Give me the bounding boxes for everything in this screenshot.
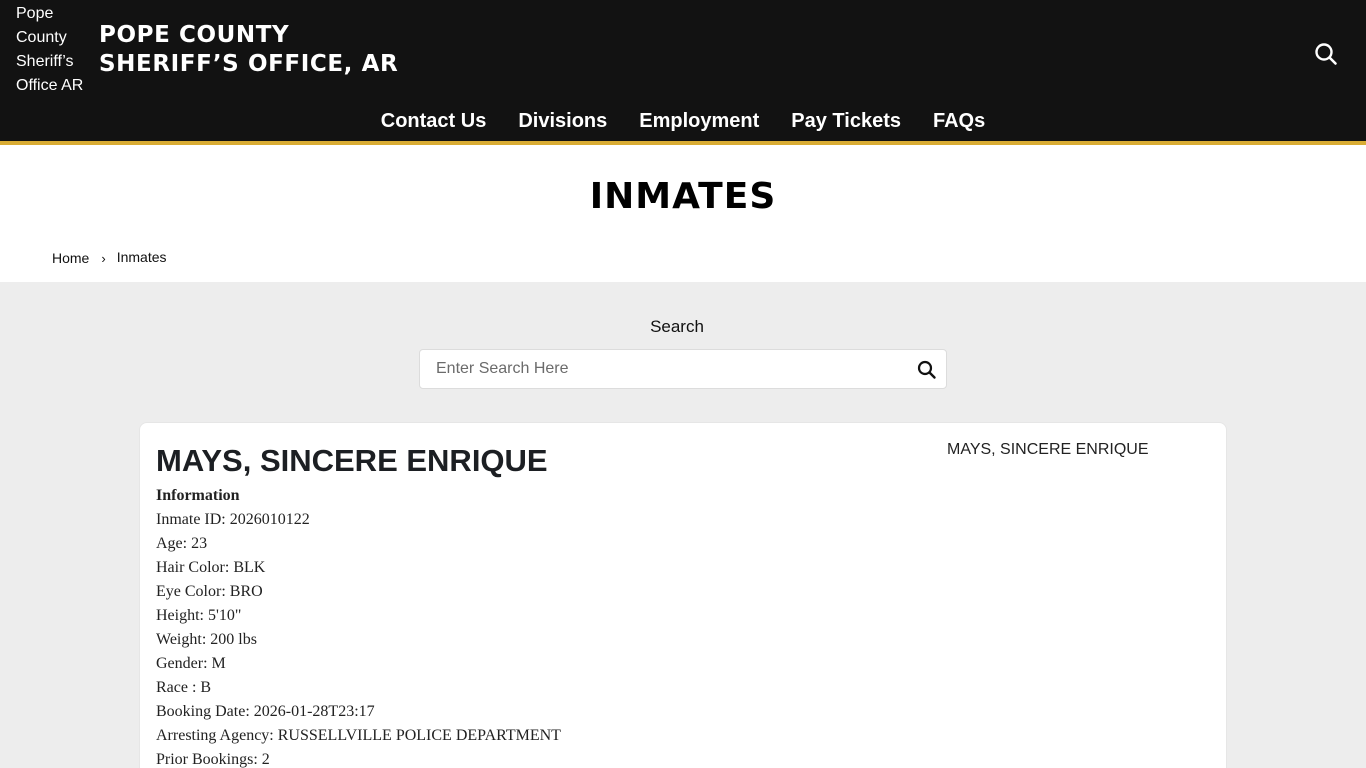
info-race: Race : B (156, 679, 212, 696)
info-hair-color: Hair Color: BLK (156, 559, 266, 576)
info-prior-bookings: Prior Bookings: 2 (156, 751, 270, 768)
inmate-info: Information Inmate ID: 2026010122 Age: 2… (156, 484, 561, 768)
nav-item-pay-tickets[interactable]: Pay Tickets (775, 104, 917, 138)
nav-item-employment[interactable]: Employment (623, 104, 775, 138)
inmate-card: MAYS, SINCERE ENRIQUE MAYS, SINCERE ENRI… (139, 422, 1227, 768)
breadcrumb-home-link[interactable]: Home (52, 250, 89, 266)
info-weight: Weight: 200 lbs (156, 631, 257, 648)
search-icon (1315, 43, 1337, 65)
info-booking-date: Booking Date: 2026-01-28T23:17 (156, 703, 375, 720)
page-title: INMATES (589, 176, 777, 217)
header-search-button[interactable] (1312, 40, 1340, 68)
main-nav: Contact Us Divisions Employment Pay Tick… (0, 104, 1366, 138)
inmate-photo: MAYS, SINCERE ENRIQUE (947, 440, 1149, 460)
inmate-name: MAYS, SINCERE ENRIQUE (156, 443, 548, 478)
title-band: INMATES Home › Inmates (0, 145, 1366, 282)
search-submit-button[interactable] (916, 359, 938, 381)
site-logo[interactable]: Pope County Sheriff’s Office AR (16, 2, 92, 98)
info-arresting-agency: Arresting Agency: RUSSELLVILLE POLICE DE… (156, 727, 561, 744)
nav-item-contact-us[interactable]: Contact Us (365, 104, 503, 138)
breadcrumb-current: Inmates (116, 249, 167, 265)
site-title-line2: SHERIFF’S OFFICE, AR (99, 51, 399, 77)
search-icon (917, 360, 936, 379)
site-title[interactable]: POPE COUNTY SHERIFF’S OFFICE, AR (99, 21, 459, 79)
info-inmate-id: Inmate ID: 2026010122 (156, 511, 310, 528)
info-eye-color: Eye Color: BRO (156, 583, 263, 600)
nav-item-divisions[interactable]: Divisions (502, 104, 623, 138)
logo-alt-text: Pope County Sheriff’s Office AR (16, 5, 84, 94)
inmate-photo-alt: MAYS, SINCERE ENRIQUE (947, 441, 1149, 458)
breadcrumb-separator-icon: › (101, 250, 106, 266)
info-age: Age: 23 (156, 535, 208, 552)
info-height: Height: 5'10" (156, 607, 242, 624)
search-box (419, 349, 947, 389)
search-label: Search (650, 317, 704, 336)
site-title-line1: POPE COUNTY (99, 22, 290, 48)
search-input[interactable] (420, 350, 910, 388)
nav-item-faqs[interactable]: FAQs (917, 104, 1001, 138)
info-heading: Information (156, 487, 240, 504)
breadcrumb: Home › Inmates (52, 249, 167, 267)
site-header: Pope County Sheriff’s Office AR POPE COU… (0, 0, 1366, 145)
info-gender: Gender: M (156, 655, 226, 672)
